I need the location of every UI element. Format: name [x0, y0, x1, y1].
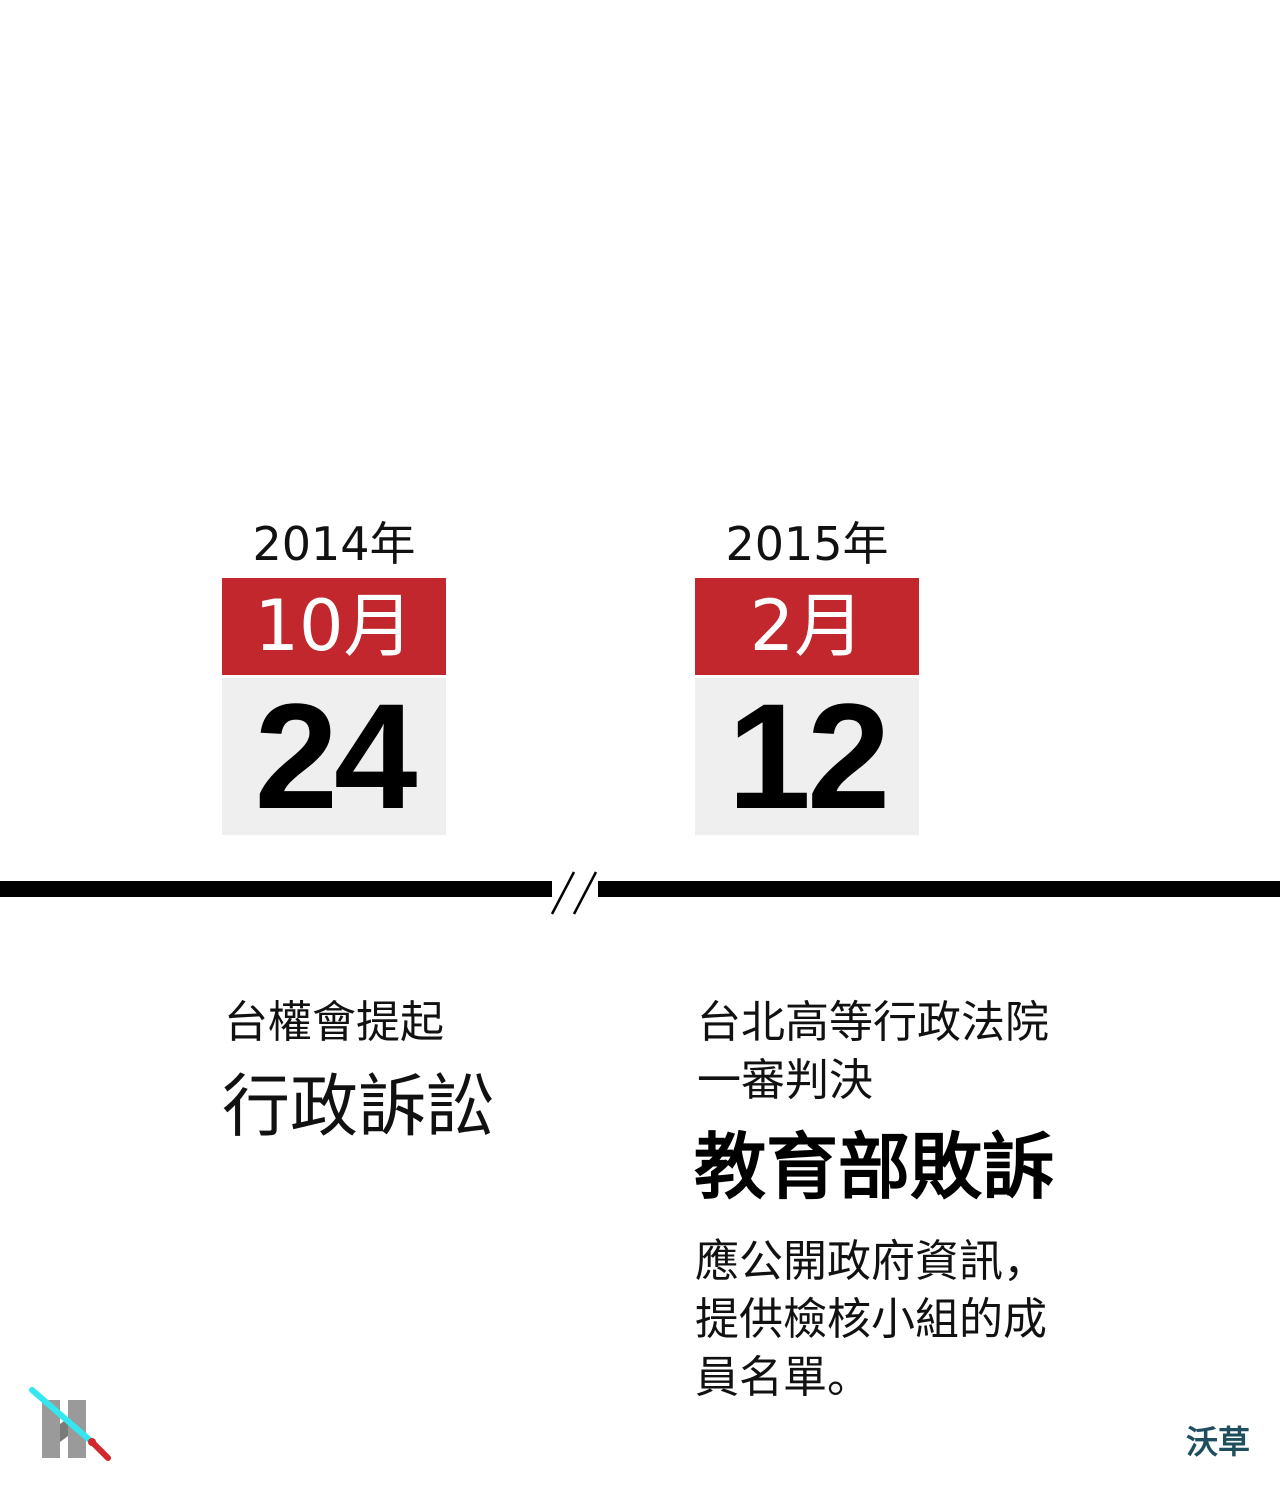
event2-line1: 台北高等行政法院 [697, 997, 1049, 1048]
event1-month: 10月 [222, 578, 446, 678]
timeline-line-left [0, 881, 552, 897]
event2-month: 2月 [695, 578, 919, 678]
event1-line1: 台權會提起 [224, 997, 444, 1048]
event1-calendar: 10月 24 [222, 578, 446, 835]
watchout-logo-icon [29, 1387, 111, 1461]
event1-line2: 行政訴訟 [222, 1068, 495, 1147]
event1-day: 24 [254, 672, 418, 840]
event2-calendar: 2月 12 [695, 578, 919, 835]
timeline-line-right [598, 881, 1280, 897]
event2-detail-line1: 應公開政府資訊， [695, 1236, 1047, 1287]
event1-year: 2014年 [252, 517, 416, 571]
brand-label: 沃草 [1185, 1423, 1250, 1461]
timeline-break-icon [550, 871, 598, 915]
event2-year: 2015年 [725, 517, 889, 571]
event2-day: 12 [727, 672, 891, 840]
event2-line2: 一審判決 [697, 1055, 873, 1106]
event2-detail-line2: 提供檢核小組的成 [695, 1294, 1047, 1345]
event2-highlight: 教育部敗訴 [694, 1125, 1055, 1209]
event2-detail-line3: 員名單。 [695, 1352, 871, 1403]
